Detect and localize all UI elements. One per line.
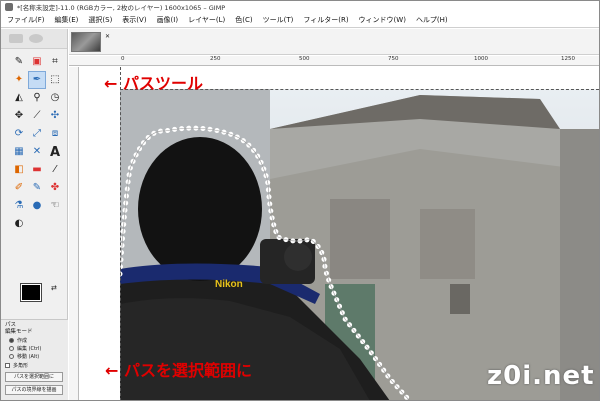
measure-icon[interactable]: ◷ (47, 90, 63, 106)
gimp-window: *[名称未設定]-11.0 (RGBカラー, 2枚のレイヤー) 1600x106… (0, 0, 600, 401)
gradient-icon[interactable]: ▬ (29, 162, 45, 178)
menu-layer[interactable]: レイヤー(L) (188, 15, 225, 25)
mode-edit[interactable]: 編集 (Ctrl) (9, 344, 64, 352)
ruler-label: 250 (210, 56, 221, 62)
menu-help[interactable]: ヘルプ(H) (416, 15, 448, 25)
paintbrush-icon[interactable]: ⁄ (47, 162, 63, 178)
gimp-icon (5, 3, 13, 11)
image-canvas[interactable]: Nikon (120, 89, 599, 400)
mode-edit-label: 編集 (Ctrl) (17, 345, 42, 352)
tool-options-heading: パス (5, 322, 17, 328)
title-bar: *[名称未設定]-11.0 (RGBカラー, 2枚のレイヤー) 1600x106… (1, 1, 599, 13)
ruler-label: 1250 (561, 56, 575, 62)
checkbox-icon (5, 362, 10, 368)
person-hair (138, 137, 262, 281)
mode-design[interactable]: 作成 (9, 336, 64, 344)
strap-brand-text: Nikon (215, 279, 243, 290)
menu-filters[interactable]: フィルター(R) (303, 15, 348, 25)
toolbox: ✎ ▣ ⌗ ✦ ✒ ⬚ ◭ ⚲ ◷ ✥ ⟋ ✣ ⟳ ⤢ ⧈ ▦ ✕ A ◧ ▬ … (1, 29, 68, 400)
rect-shape-icon[interactable] (9, 34, 23, 43)
pencil-icon[interactable]: ✐ (11, 180, 27, 196)
photo-svg: Nikon (120, 89, 599, 400)
transform-icon[interactable]: ✣ (47, 108, 63, 124)
free-select-icon[interactable]: ✎ (11, 54, 27, 70)
menu-windows[interactable]: ウィンドウ(W) (359, 15, 406, 25)
paths-icon[interactable]: ✒ (28, 71, 46, 89)
edit-mode-label: 編集モード (5, 329, 33, 335)
radio-icon (9, 345, 14, 351)
dodge-icon[interactable]: ◐ (11, 216, 27, 232)
clone-icon[interactable]: ⚗ (11, 198, 27, 214)
close-icon[interactable]: ✕ (105, 33, 110, 40)
rotate-icon[interactable]: ⟳ (11, 126, 27, 142)
perspective-icon[interactable]: ⧈ (47, 126, 63, 142)
menu-tools[interactable]: ツール(T) (263, 15, 294, 25)
scale-icon[interactable]: ⤢ (29, 126, 45, 142)
polygonal-checkbox[interactable]: 多角形 (5, 361, 64, 369)
move-icon[interactable]: ⬚ (47, 72, 63, 88)
menu-file[interactable]: ファイル(F) (7, 15, 45, 25)
fuzzy-select-icon[interactable]: ✦ (11, 72, 27, 88)
path-to-selection-button[interactable]: パスを選択範囲に (5, 372, 63, 382)
toolbox-header (1, 29, 67, 49)
ruler-label: 1000 (474, 56, 488, 62)
ruler-label: 0 (121, 56, 125, 62)
mode-design-label: 作成 (17, 337, 28, 344)
text-icon[interactable]: A (47, 144, 63, 160)
layer-boundary-vertical (120, 67, 121, 400)
move-tool-icon[interactable]: ✥ (11, 108, 27, 124)
menu-view[interactable]: 表示(V) (122, 15, 146, 25)
swap-colors-icon[interactable]: ⇄ (51, 284, 57, 292)
tool-grid: ✎ ▣ ⌗ ✦ ✒ ⬚ ◭ ⚲ ◷ ✥ ⟋ ✣ ⟳ ⤢ ⧈ ▦ ✕ A ◧ ▬ … (11, 54, 67, 234)
window (420, 209, 475, 279)
annotation-path-to-selection: ← パスを選択範囲に (105, 361, 252, 380)
mode-move-label: 移動 (Alt) (17, 353, 40, 360)
window (330, 199, 390, 279)
shear-icon[interactable]: ⟋ (29, 108, 45, 124)
radio-icon (9, 337, 14, 343)
camera-lens (284, 243, 312, 271)
crop-icon[interactable]: ⌗ (47, 54, 63, 70)
menu-bar: ファイル(F) 編集(E) 選択(S) 表示(V) 画像(I) レイヤー(L) … (1, 13, 599, 28)
polygonal-label: 多角形 (13, 362, 29, 369)
zoom-icon[interactable]: ⚲ (29, 90, 45, 106)
tool-options-panel: パス 編集モード 作成 編集 (Ctrl) 移動 (Alt) 多角形 パスを選択… (1, 319, 68, 400)
cage-icon[interactable]: ▦ (11, 144, 27, 160)
airbrush-icon[interactable]: ✎ (29, 180, 45, 196)
color-picker-icon[interactable]: ◭ (11, 90, 27, 106)
smudge-icon[interactable]: ☜ (47, 198, 63, 214)
ruler-label: 500 (299, 56, 310, 62)
menu-edit[interactable]: 編集(E) (55, 15, 79, 25)
mode-move[interactable]: 移動 (Alt) (9, 352, 64, 360)
watermark: z0i.net (487, 361, 595, 391)
ellipse-shape-icon[interactable] (29, 34, 43, 43)
ruler-label: 750 (388, 56, 399, 62)
ink-icon[interactable]: ✤ (47, 180, 63, 196)
align-icon[interactable]: ▣ (29, 54, 45, 70)
foreground-color[interactable] (20, 283, 42, 302)
bucket-fill-icon[interactable]: ◧ (11, 162, 27, 178)
menu-select[interactable]: 選択(S) (88, 15, 112, 25)
menu-color[interactable]: 色(C) (235, 15, 252, 25)
radio-icon (9, 353, 14, 359)
stroke-path-button[interactable]: パスの境界線を描画 (5, 385, 63, 395)
window-title: *[名称未設定]-11.0 (RGBカラー, 2枚のレイヤー) 1600x106… (17, 4, 226, 12)
annotation-path-tool: ← パスツール (104, 74, 203, 93)
window (450, 284, 470, 314)
vertical-ruler (69, 67, 79, 400)
color-swatches[interactable]: ⇄ (20, 283, 61, 316)
menu-image[interactable]: 画像(I) (157, 15, 179, 25)
image-tab-thumbnail[interactable] (71, 32, 101, 52)
flip-icon[interactable]: ✕ (29, 144, 45, 160)
image-tabs: ✕ (69, 29, 599, 55)
blur-icon[interactable]: ● (29, 198, 45, 214)
horizontal-ruler: 0 250 500 750 1000 1250 (69, 56, 599, 66)
